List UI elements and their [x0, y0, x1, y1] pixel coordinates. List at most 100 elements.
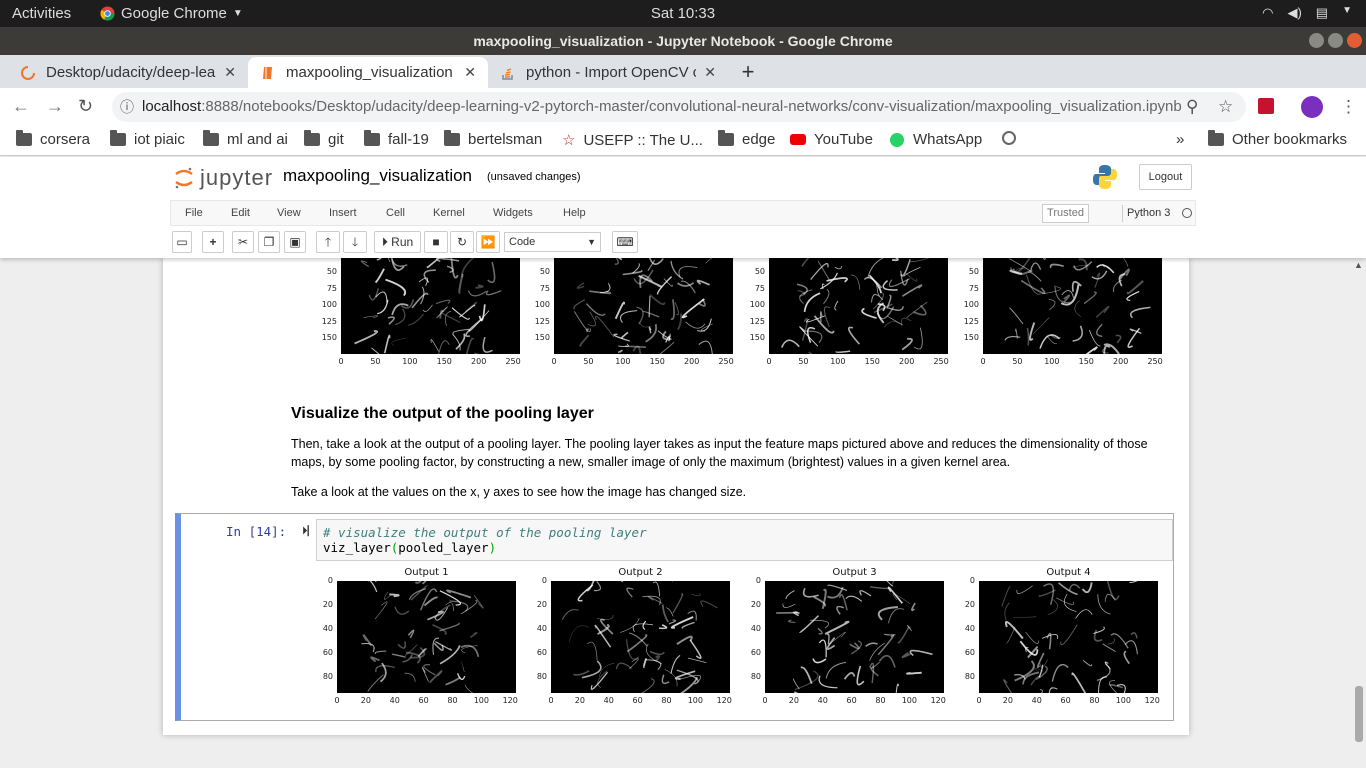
bookmark-ml-and-ai[interactable]: ml and ai: [203, 130, 288, 148]
menu-widgets[interactable]: Widgets: [493, 207, 533, 219]
stop-icon[interactable]: ■: [424, 231, 448, 253]
menu-edit[interactable]: Edit: [231, 207, 250, 219]
menu-view[interactable]: View: [277, 207, 301, 219]
globe-icon: [1002, 131, 1016, 145]
system-tray[interactable]: ◠ ◀) ▤ ▼: [1262, 5, 1352, 21]
close-tab-icon[interactable]: ✕: [704, 64, 716, 81]
extension-icon[interactable]: [1258, 98, 1274, 114]
bookmarks-overflow-button[interactable]: »: [1176, 131, 1184, 148]
move-down-icon[interactable]: 🡓: [343, 231, 367, 253]
reload-icon[interactable]: ↻: [78, 96, 93, 117]
minimize-button[interactable]: [1309, 33, 1324, 48]
paste-icon[interactable]: ▣: [284, 231, 306, 253]
avatar[interactable]: [1301, 96, 1323, 118]
feature-stroke: [676, 635, 693, 646]
bookmark-label: fall-19: [388, 131, 429, 148]
feature-stroke: [670, 260, 684, 280]
feature-stroke: [363, 315, 379, 319]
forward-arrow-icon[interactable]: →: [46, 96, 64, 117]
feature-stroke: [1004, 602, 1010, 621]
tab-desktop[interactable]: Desktop/udacity/deep-lea ✕: [8, 57, 248, 88]
feature-stroke: [793, 691, 799, 693]
bookmark-globe[interactable]: [1002, 131, 1016, 145]
code-cell[interactable]: In [14]: ⏵▏ # visualize the output of th…: [175, 513, 1174, 721]
feature-stroke: [1012, 268, 1033, 275]
notebook-name[interactable]: maxpooling_visualization: [283, 166, 472, 186]
y-tick-label: 60: [750, 648, 761, 658]
x-tick-label: 120: [716, 696, 732, 705]
bookmark-usefp[interactable]: ☆ USEFP :: The U...: [562, 131, 703, 150]
feature-stroke: [391, 653, 407, 659]
feature-stroke: [618, 343, 629, 348]
tab-stackoverflow[interactable]: python - Import OpenCV c ✕: [488, 57, 728, 88]
bookmark-youtube[interactable]: YouTube: [790, 131, 873, 148]
feature-stroke: [827, 584, 848, 591]
feature-stroke: [843, 672, 856, 680]
feature-stroke: [576, 282, 585, 289]
keyboard-icon[interactable]: ⌨: [612, 231, 638, 253]
close-tab-icon[interactable]: ✕: [224, 64, 236, 81]
copy-icon[interactable]: ❐: [258, 231, 280, 253]
y-tick-label: 25: [311, 258, 337, 260]
maximize-button[interactable]: [1328, 33, 1343, 48]
menu-insert[interactable]: Insert: [329, 207, 357, 219]
folder-icon: [16, 130, 32, 146]
page-scrollbar[interactable]: ▲: [1352, 258, 1366, 768]
back-arrow-icon[interactable]: ←: [12, 96, 30, 117]
feature-stroke: [449, 600, 469, 612]
new-tab-button[interactable]: +: [735, 60, 761, 86]
bookmark-git[interactable]: git: [304, 130, 344, 148]
fast-forward-icon[interactable]: ⏩: [476, 231, 500, 253]
bookmark-whatsapp[interactable]: WhatsApp: [890, 131, 982, 148]
whatsapp-icon: [890, 132, 904, 147]
zoom-icon[interactable]: ⚲: [1186, 97, 1198, 117]
scrollbar-thumb[interactable]: [1355, 686, 1363, 742]
bookmark-iot-piaic[interactable]: iot piaic: [110, 130, 185, 148]
menu-file[interactable]: File: [185, 207, 203, 219]
y-tick-label: 80: [536, 672, 547, 682]
scroll-up-arrow-icon[interactable]: ▲: [1354, 260, 1363, 270]
tab-maxpooling[interactable]: maxpooling_visualization ✕: [248, 57, 488, 88]
bookmark-corsera[interactable]: corsera: [16, 130, 90, 148]
restart-icon[interactable]: ↻: [450, 231, 474, 253]
run-button[interactable]: ⏵ Run: [374, 231, 421, 253]
menu-cell[interactable]: Cell: [386, 207, 405, 219]
bookmark-edge[interactable]: edge: [718, 130, 775, 148]
browser-toolbar: ← → ↻ ⓘ localhost:8888/notebooks/Desktop…: [0, 88, 1366, 126]
feature-stroke: [913, 304, 927, 316]
feature-stroke: [870, 586, 891, 590]
menu-kernel[interactable]: Kernel: [433, 207, 465, 219]
markdown-paragraph-2: Take a look at the values on the x, y ax…: [291, 485, 747, 499]
feature-map-image: [1004, 258, 1151, 354]
activities-button[interactable]: Activities: [12, 5, 71, 22]
save-icon[interactable]: ▭: [172, 231, 192, 253]
close-window-button[interactable]: [1347, 33, 1362, 48]
x-tick-label: 100: [830, 357, 846, 366]
bookmark-star-icon[interactable]: ☆: [1218, 97, 1233, 117]
cell-type-select[interactable]: Code ▼: [504, 232, 601, 252]
feature-stroke: [1060, 624, 1078, 646]
logout-button[interactable]: Logout: [1139, 164, 1192, 190]
code-input[interactable]: # visualize the output of the pooling la…: [316, 519, 1173, 561]
trusted-badge[interactable]: Trusted: [1042, 204, 1089, 223]
feature-stroke: [782, 603, 796, 608]
address-bar[interactable]: ⓘ localhost:8888/notebooks/Desktop/udaci…: [112, 92, 1246, 122]
jupyter-logo[interactable]: jupyter: [174, 165, 273, 191]
menu-help[interactable]: Help: [563, 207, 586, 219]
bookmark-fall-19[interactable]: fall-19: [364, 130, 429, 148]
feature-stroke: [776, 611, 799, 614]
other-bookmarks[interactable]: Other bookmarks: [1208, 130, 1347, 148]
y-tick-label: 80: [964, 672, 975, 682]
menu-dots-icon[interactable]: ⋮: [1340, 97, 1357, 117]
x-tick-label: 80: [447, 696, 458, 705]
bookmark-bertelsman[interactable]: bertelsman: [444, 130, 542, 148]
cut-icon[interactable]: ✂: [232, 231, 254, 253]
kernel-name[interactable]: Python 3: [1127, 207, 1170, 219]
info-icon[interactable]: ⓘ: [120, 92, 134, 122]
move-up-icon[interactable]: 🡑: [316, 231, 340, 253]
feature-stroke: [1048, 687, 1058, 693]
add-cell-icon[interactable]: +: [202, 231, 224, 253]
feature-stroke: [430, 339, 440, 352]
close-tab-icon[interactable]: ✕: [464, 64, 476, 81]
app-menu[interactable]: Google Chrome ▼: [100, 5, 243, 22]
